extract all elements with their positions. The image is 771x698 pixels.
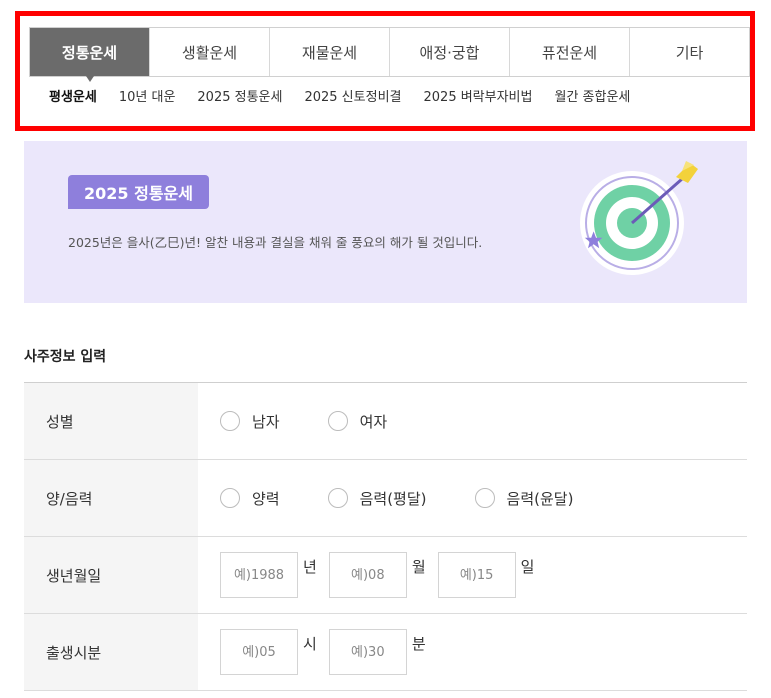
banner-title-badge: 2025 정통운세 [68, 175, 209, 209]
sub-tabs: 평생운세 10년 대운 2025 정통운세 2025 신토정비결 2025 벼락… [49, 86, 630, 105]
main-tabs: 정통운세 생활운세 재물운세 애정·궁합 퓨전운세 기타 [29, 27, 750, 82]
subtab-10-year-fortune[interactable]: 10년 대운 [119, 86, 176, 105]
fortune-banner: 2025 정통운세 2025년은 을사(乙巳)년! 알찬 내용과 결실을 채워 … [24, 141, 747, 303]
subtab-monthly-fortune[interactable]: 월간 종합운세 [554, 86, 630, 105]
radio-circle[interactable] [474, 488, 495, 508]
birth-minute-input[interactable] [328, 629, 407, 675]
gender-male-radio[interactable]: 남자 [220, 411, 280, 432]
subtab-lifetime-fortune[interactable]: 평생운세 [49, 86, 97, 105]
radio-circle[interactable] [327, 488, 348, 508]
category-navigation-highlight: 정통운세 생활운세 재물운세 애정·궁합 퓨전운세 기타 평생운세 10년 대운… [15, 11, 755, 131]
birth-month-input[interactable] [328, 552, 407, 598]
tab-life-fortune[interactable]: 생활운세 [149, 28, 269, 76]
birthdate-label: 생년월일 [24, 537, 198, 613]
subtab-2025-traditional[interactable]: 2025 정통운세 [197, 86, 282, 105]
section-title: 사주정보 입력 [24, 349, 107, 365]
tab-wealth-fortune[interactable]: 재물운세 [269, 28, 389, 76]
birthdate-row: 생년월일 년 월 일 [24, 537, 747, 614]
radio-label: 음력(평달) [359, 489, 427, 508]
birthtime-label: 출생시분 [24, 614, 198, 690]
gender-female-radio[interactable]: 여자 [327, 411, 388, 432]
minute-unit: 분 [411, 634, 426, 653]
banner-description: 2025년은 을사(乙巳)년! 알찬 내용과 결실을 채워 줄 풍요의 해가 될… [68, 235, 483, 250]
subtab-2025-tojeong[interactable]: 2025 신토정비결 [304, 86, 401, 105]
tab-etc[interactable]: 기타 [629, 28, 749, 76]
hour-unit: 시 [303, 634, 317, 653]
subtab-2025-wealth-secret[interactable]: 2025 벼락부자비법 [424, 86, 533, 105]
gender-row: 성별 남자 여자 [24, 383, 747, 460]
saju-info-form: 성별 남자 여자 양/음력 양력 음력(평달) 음력(윤달) 생년월일 예)19… [24, 382, 747, 691]
radio-label: 양력 [252, 489, 280, 508]
calendar-lunar-regular-radio[interactable]: 음력(평달) [327, 488, 427, 509]
radio-label: 음력(윤달) [506, 489, 574, 508]
month-unit: 월 [411, 557, 426, 576]
radio-label: 여자 [359, 412, 388, 431]
calendar-label: 양/음력 [24, 460, 198, 536]
radio-circle[interactable] [220, 411, 240, 431]
tab-fusion-fortune[interactable]: 퓨전운세 [509, 28, 629, 76]
birth-year-input[interactable] [220, 552, 298, 598]
tab-traditional-fortune[interactable]: 정통운세 [30, 28, 149, 82]
birth-day-input[interactable] [437, 552, 516, 598]
radio-circle[interactable] [327, 411, 348, 431]
target-arrow-icon [580, 161, 698, 275]
day-unit: 일 [520, 557, 535, 576]
calendar-solar-radio[interactable]: 양력 [220, 488, 280, 509]
gender-label: 성별 [24, 383, 198, 459]
year-unit: 년 [303, 557, 317, 576]
calendar-lunar-leap-radio[interactable]: 음력(윤달) [474, 488, 574, 509]
tab-love-compatibility[interactable]: 애정·궁합 [389, 28, 509, 76]
radio-label: 남자 [252, 412, 280, 431]
radio-circle[interactable] [220, 488, 240, 508]
calendar-row: 양/음력 양력 음력(평달) 음력(윤달) [24, 460, 747, 537]
birth-hour-input[interactable] [220, 629, 298, 675]
birthtime-row: 출생시분 시 분 [24, 614, 747, 691]
